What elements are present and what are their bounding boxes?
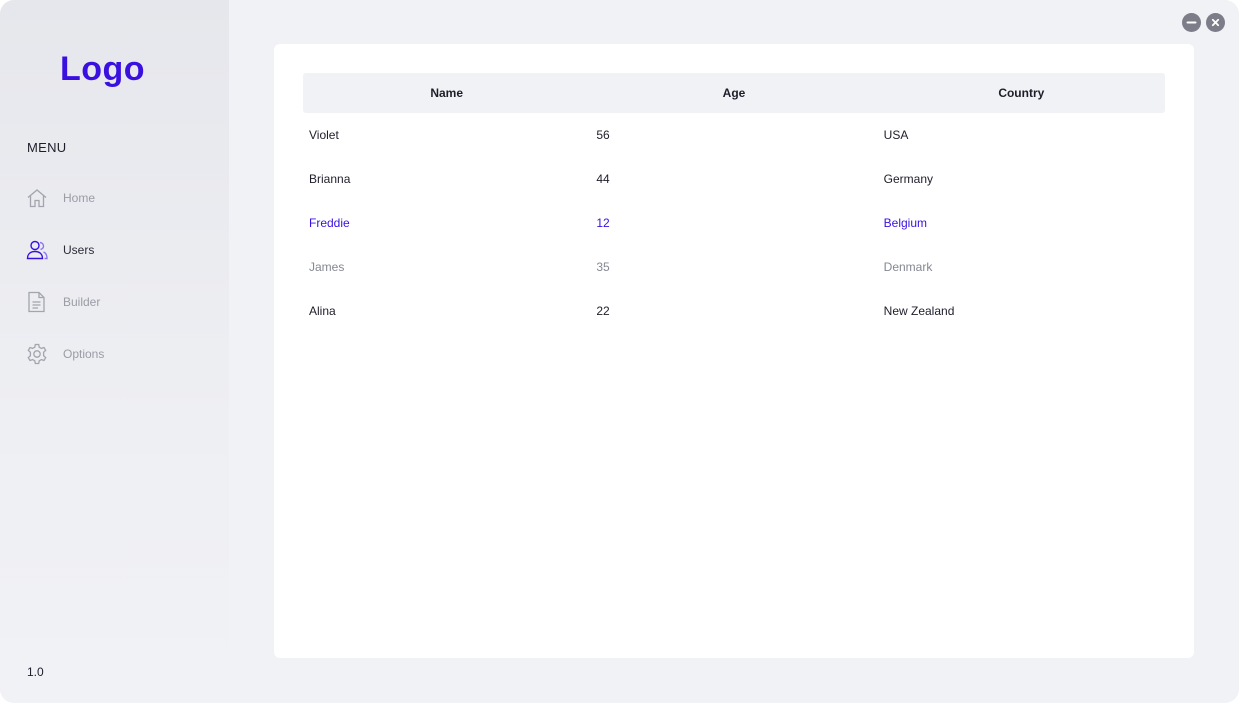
sidebar-item-builder[interactable]: Builder (26, 289, 216, 315)
sidebar-item-users[interactable]: Users (26, 237, 216, 263)
app-window: Logo MENU Home Users Builder Options 1.0… (0, 0, 1239, 703)
cell-country: Germany (883, 172, 934, 186)
sidebar-item-label: Builder (63, 295, 101, 309)
close-icon (1206, 13, 1225, 32)
minimize-button[interactable] (1182, 13, 1201, 32)
cell-name: James (309, 260, 345, 274)
document-icon (26, 291, 48, 313)
content-card: Name Age Country Violet 56 USA Brianna 4… (274, 44, 1194, 658)
cell-country: Denmark (883, 260, 933, 274)
cell-name: Violet (309, 128, 339, 142)
cell-age: 12 (596, 216, 610, 230)
sidebar-item-label: Users (63, 243, 95, 257)
cell-country: New Zealand (883, 304, 955, 318)
menu-heading: MENU (27, 140, 67, 155)
minimize-icon (1182, 13, 1201, 32)
sidebar-item-label: Home (63, 191, 96, 205)
table-header: Name Age Country (303, 73, 1165, 113)
table-row-selected[interactable]: Freddie 12 Belgium (303, 201, 1165, 245)
column-header-age[interactable]: Age (590, 86, 877, 100)
cell-age: 56 (596, 128, 610, 142)
users-icon (26, 239, 48, 261)
column-header-name[interactable]: Name (303, 86, 590, 100)
cell-age: 44 (596, 172, 610, 186)
table-row-hovered[interactable]: James 35 Denmark (303, 245, 1165, 289)
column-header-country[interactable]: Country (878, 86, 1165, 100)
cell-country: USA (883, 128, 909, 142)
users-table: Name Age Country Violet 56 USA Brianna 4… (303, 73, 1165, 333)
cell-name: Freddie (309, 216, 350, 230)
table-row[interactable]: Brianna 44 Germany (303, 157, 1165, 201)
cell-name: Alina (309, 304, 336, 318)
cell-name: Brianna (309, 172, 351, 186)
cell-age: 22 (596, 304, 610, 318)
cell-country: Belgium (883, 216, 928, 230)
sidebar-item-label: Options (63, 347, 105, 361)
close-button[interactable] (1206, 13, 1225, 32)
cell-age: 35 (596, 260, 610, 274)
sidebar-item-home[interactable]: Home (26, 185, 216, 211)
sidebar: Logo MENU Home Users Builder Options 1.0 (0, 0, 229, 703)
gear-icon (26, 343, 48, 365)
home-icon (26, 187, 48, 209)
window-controls (1182, 13, 1225, 32)
app-version: 1.0 (27, 665, 44, 679)
logo: Logo (60, 50, 146, 88)
table-row[interactable]: Alina 22 New Zealand (303, 289, 1165, 333)
sidebar-item-options[interactable]: Options (26, 341, 216, 367)
table-row[interactable]: Violet 56 USA (303, 113, 1165, 157)
